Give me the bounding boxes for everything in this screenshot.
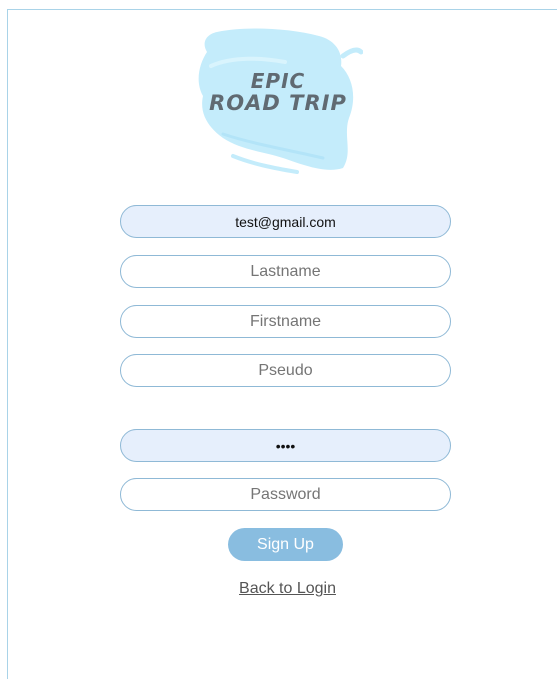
firstname-field[interactable] (120, 305, 451, 338)
back-to-login-link[interactable]: Back to Login (0, 580, 557, 598)
password-confirm-field[interactable] (120, 478, 451, 511)
pseudo-field[interactable] (120, 354, 451, 387)
password-field[interactable] (120, 429, 451, 462)
logo-line-1: EPIC (250, 69, 306, 93)
logo-line-2: ROAD TRIP (209, 91, 347, 115)
lastname-field[interactable] (120, 255, 451, 288)
sign-up-button[interactable]: Sign Up (228, 528, 343, 561)
email-field[interactable] (120, 205, 451, 238)
app-logo: EPIC ROAD TRIP (193, 26, 363, 176)
